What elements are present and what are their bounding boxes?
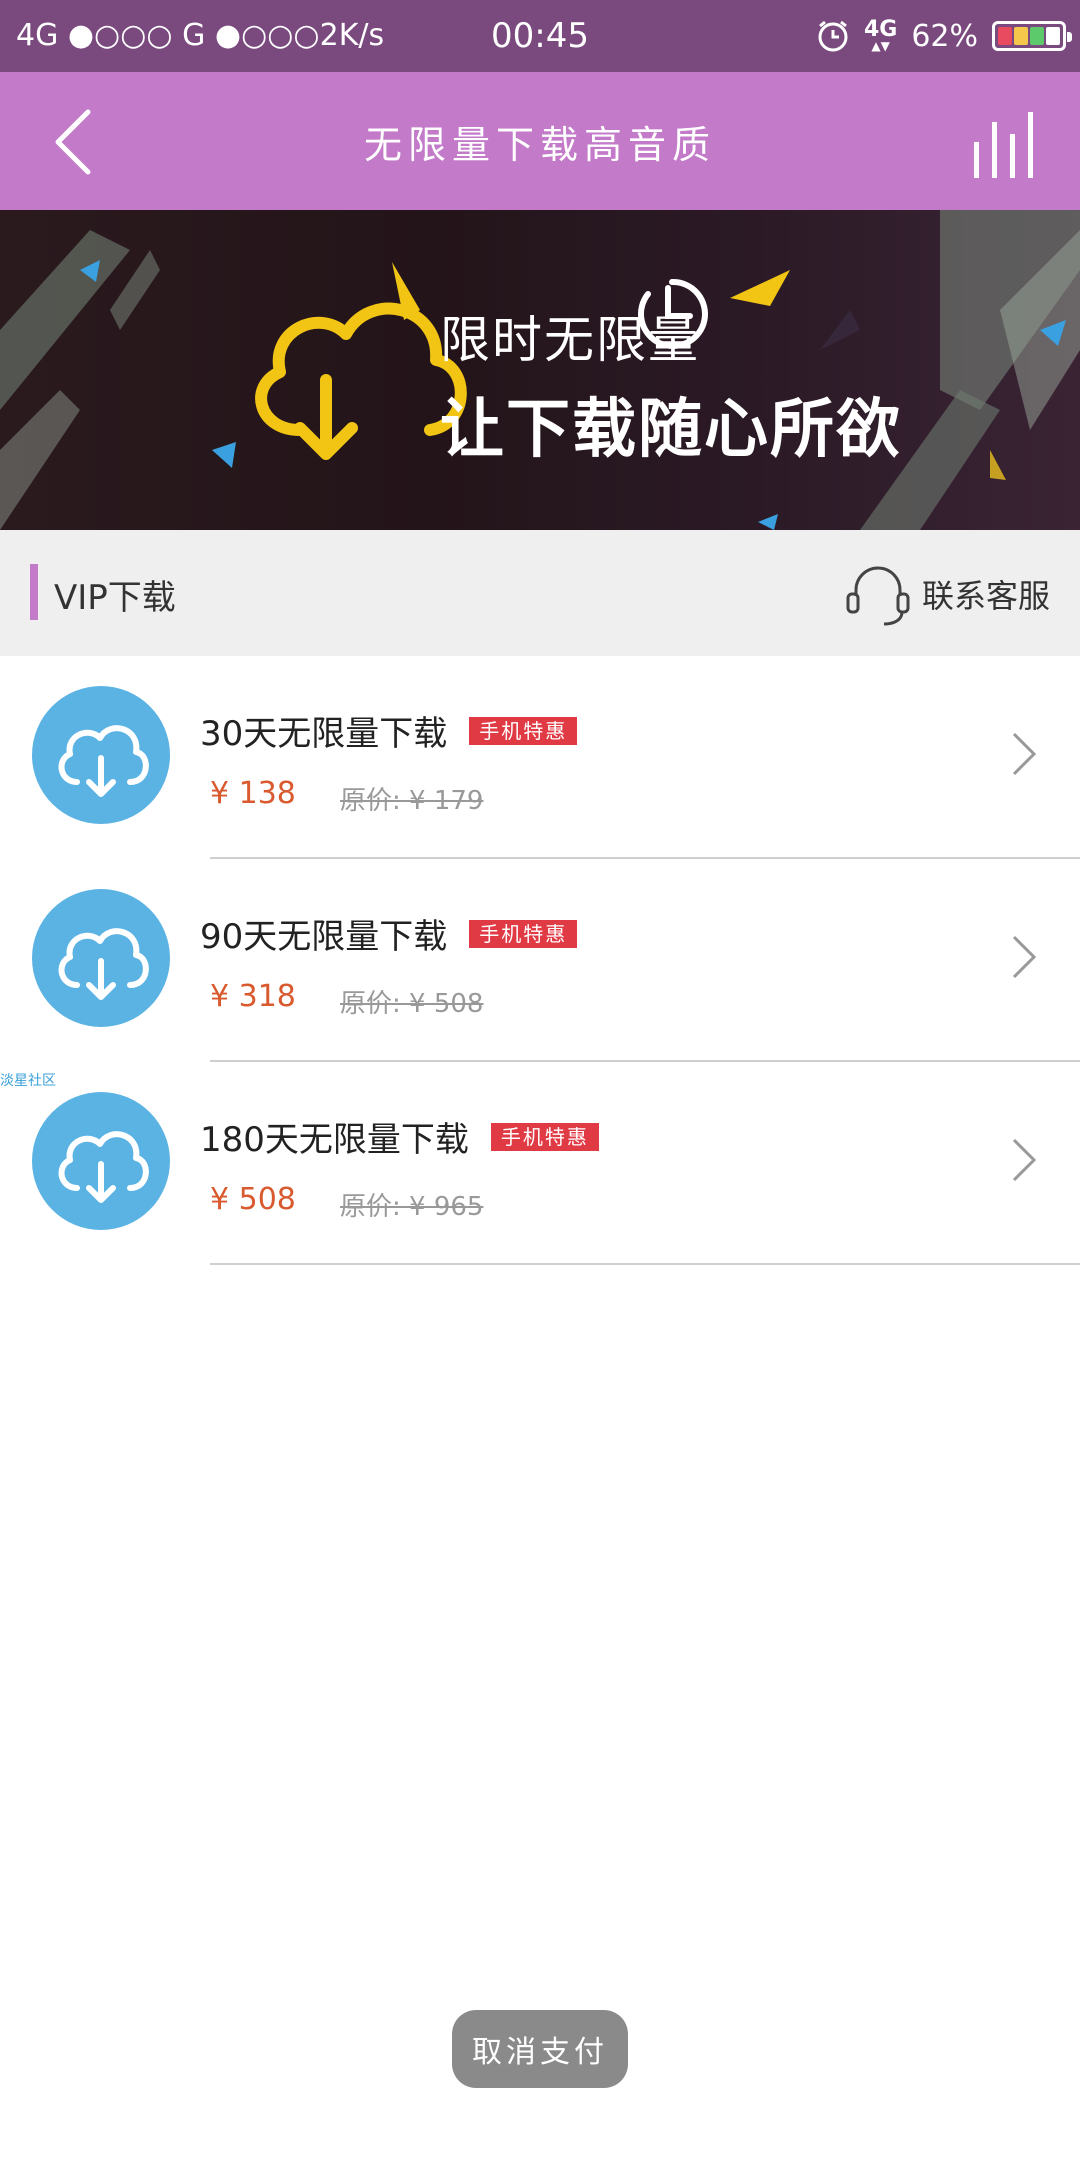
- promo-badge: 手机特惠: [469, 716, 578, 745]
- equalizer-icon[interactable]: [966, 104, 1046, 184]
- cancel-payment-button[interactable]: 取消支付: [452, 2010, 628, 2088]
- plan-name-wrap: 30天无限量下载 手机特惠: [200, 706, 578, 755]
- divider: [210, 1263, 1080, 1265]
- plan-price: ¥ 318: [210, 979, 296, 1014]
- plan-name: 30天无限量下载: [200, 714, 448, 754]
- plan-name-wrap: 180天无限量下载 手机特惠: [200, 1112, 599, 1161]
- status-bar: 4G ●○○○ G ●○○○2K/s 00:45 4G ▲▼ 62%: [0, 0, 1080, 72]
- banner-subheadline: 让下载随心所欲: [440, 393, 902, 467]
- chevron-right-icon: [1012, 935, 1037, 979]
- plan-price: ¥ 508: [210, 1182, 296, 1217]
- plan-original-price: 原价: ¥ 965: [340, 1192, 484, 1222]
- plan-item[interactable]: 90天无限量下载 手机特惠 ¥ 318 原价: ¥ 508: [0, 859, 1080, 1062]
- section-title: VIP下载: [54, 578, 176, 618]
- plan-price: ¥ 138: [210, 776, 296, 811]
- network-label: 4G: [863, 17, 898, 42]
- promo-banner[interactable]: 限时无限量 让下载随心所欲: [0, 210, 1080, 530]
- cloud-download-icon: [32, 1092, 170, 1230]
- alarm-icon: [818, 20, 848, 52]
- plan-item[interactable]: 180天无限量下载 手机特惠 ¥ 508 原价: ¥ 965: [0, 1062, 1080, 1265]
- chevron-right-icon: [1012, 732, 1037, 776]
- page-title: 无限量下载高音质: [363, 123, 716, 167]
- chevron-right-icon: [1012, 1138, 1037, 1182]
- battery-icon: [992, 21, 1072, 51]
- cloud-download-icon: [32, 889, 170, 1027]
- banner-headline: 限时无限量: [440, 311, 700, 369]
- plan-name-wrap: 90天无限量下载 手机特惠: [200, 909, 578, 958]
- cloud-download-icon: [32, 686, 170, 824]
- contact-support-button[interactable]: 联系客服: [842, 556, 1050, 632]
- plan-name: 180天无限量下载: [200, 1120, 469, 1160]
- watermark-label: 淡星社区: [0, 1073, 56, 1089]
- plan-original-price: 原价: ¥ 508: [340, 989, 484, 1019]
- plan-item[interactable]: 30天无限量下载 手机特惠 ¥ 138 原价: ¥ 179: [0, 656, 1080, 859]
- promo-badge: 手机特惠: [490, 1122, 599, 1151]
- network-icon: 4G ▲▼: [863, 17, 898, 53]
- contact-support-label: 联系客服: [921, 577, 1050, 615]
- plan-original-price: 原价: ¥ 179: [340, 786, 484, 816]
- headset-icon: [846, 566, 910, 626]
- status-icons: 4G ▲▼ 62%: [816, 14, 1072, 58]
- section-header: VIP下载 联系客服: [0, 530, 1080, 656]
- battery-percent: 62%: [911, 18, 978, 54]
- app-header: 无限量下载高音质: [0, 72, 1080, 210]
- promo-badge: 手机特惠: [469, 919, 578, 948]
- plan-name: 90天无限量下载: [200, 917, 448, 957]
- section-accent-bar: [30, 564, 38, 620]
